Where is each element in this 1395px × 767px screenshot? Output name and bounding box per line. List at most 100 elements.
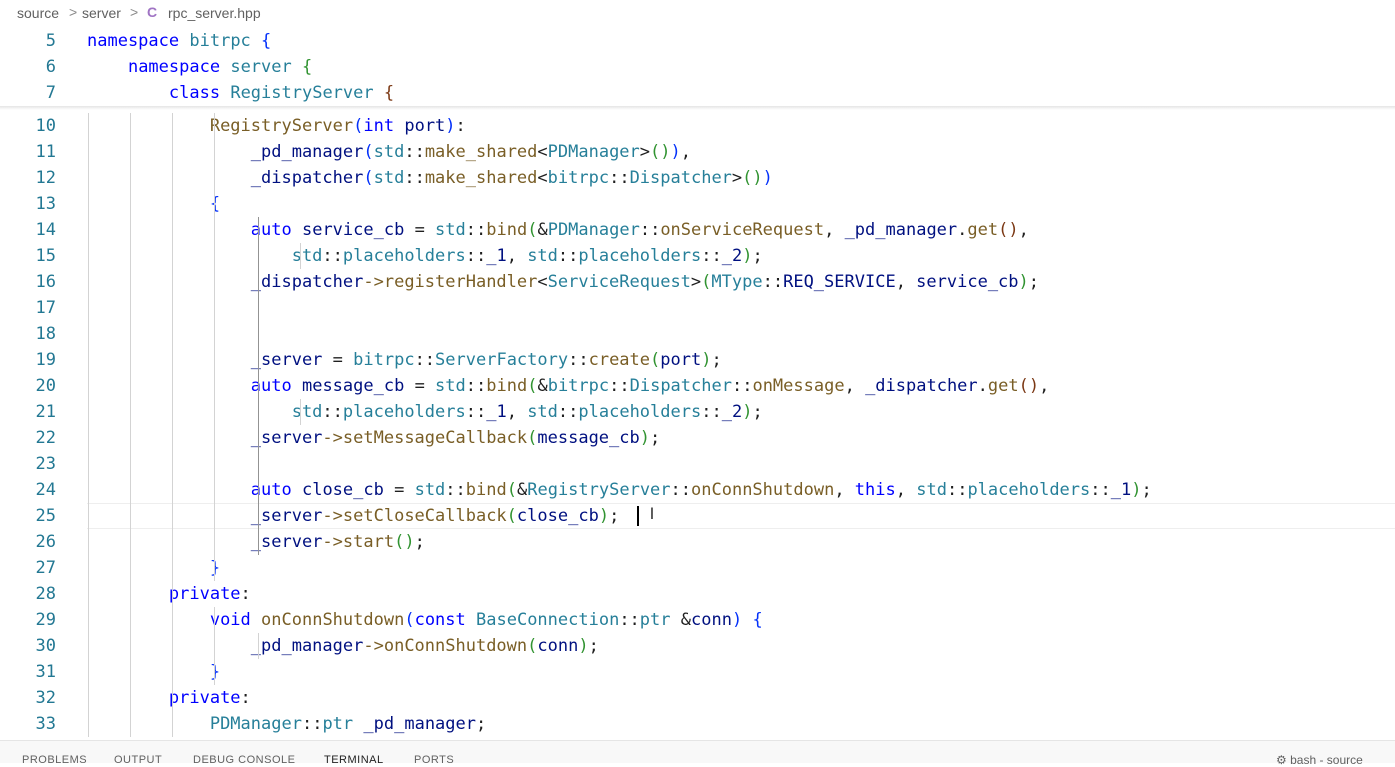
code-line[interactable]: 15 std::placeholders::_1, std::placehold… — [0, 243, 1395, 269]
code-line[interactable]: 30 _pd_manager->onConnShutdown(conn); — [0, 633, 1395, 659]
line-number: 6 — [45, 57, 56, 77]
sticky-code-line[interactable]: 7 class RegistryServer { — [0, 80, 1395, 106]
code-line[interactable]: 29 void onConnShutdown(const BaseConnect… — [0, 607, 1395, 633]
bottom-panel: PROBLEMS OUTPUT DEBUG CONSOLE TERMINAL P… — [0, 740, 1395, 767]
sticky-code-line[interactable]: 6 namespace server { — [0, 54, 1395, 80]
line-number: 26 — [35, 532, 56, 552]
code-text: _server->start(); — [250, 532, 425, 552]
code-text: auto message_cb = std::bind(&bitrpc::Dis… — [250, 376, 1050, 396]
code-line[interactable]: 11 _pd_manager(std::make_shared<PDManage… — [0, 139, 1395, 165]
indent-guide — [258, 217, 259, 555]
breadcrumb-folder-server[interactable]: server — [82, 5, 121, 21]
line-number: 14 — [35, 220, 56, 240]
code-text: _pd_manager(std::make_shared<PDManager>(… — [250, 142, 692, 162]
text-cursor — [636, 506, 639, 526]
code-text: _dispatcher(std::make_shared<bitrpc::Dis… — [250, 168, 773, 188]
indent-guide — [172, 113, 173, 737]
code-line[interactable]: 25 _server->setCloseCallback(close_cb); — [0, 503, 1395, 529]
code-text: _pd_manager->onConnShutdown(conn); — [250, 636, 599, 656]
code-line[interactable]: 28 private: — [0, 581, 1395, 607]
code-line[interactable]: 17 — [0, 295, 1395, 321]
line-number: 18 — [35, 324, 56, 344]
indent-guide — [88, 113, 89, 737]
chevron-right-icon: > — [69, 4, 78, 20]
code-text: } — [87, 555, 220, 581]
code-line[interactable]: 14 auto service_cb = std::bind(&PDManage… — [0, 217, 1395, 243]
code-text: PDManager::ptr _pd_manager; — [209, 714, 487, 734]
line-number: 15 — [35, 246, 56, 266]
breadcrumb-file-name[interactable]: rpc_server.hpp — [168, 5, 261, 21]
code-line[interactable]: 31 } — [0, 659, 1395, 685]
code-text: { — [87, 191, 220, 217]
code-text: _dispatcher->registerHandler<ServiceRequ… — [250, 272, 1040, 292]
code-line[interactable]: 32 private: — [0, 685, 1395, 711]
code-line[interactable]: 22 _server->setMessageCallback(message_c… — [0, 425, 1395, 451]
indent-guide — [300, 243, 301, 269]
code-line[interactable]: 21 std::placeholders::_1, std::placehold… — [0, 399, 1395, 425]
code-line[interactable]: 13 { — [0, 191, 1395, 217]
code-text: RegistryServer(int port): — [209, 116, 466, 136]
code-line[interactable]: 16 _dispatcher->registerHandler<ServiceR… — [0, 269, 1395, 295]
line-number: 19 — [35, 350, 56, 370]
code-text: namespace bitrpc { — [87, 31, 272, 51]
code-text: private: — [168, 584, 251, 604]
line-number: 32 — [35, 688, 56, 708]
sticky-code-line[interactable]: 5 namespace bitrpc { — [0, 28, 1395, 54]
line-number: 28 — [35, 584, 56, 604]
code-line[interactable]: 27 } — [0, 555, 1395, 581]
chevron-right-icon: > — [130, 4, 139, 20]
line-number: 20 — [35, 376, 56, 396]
breadcrumb: source > server > C rpc_server.hpp — [0, 0, 1395, 27]
line-number: 33 — [35, 714, 56, 734]
code-text: namespace server { — [127, 57, 313, 77]
code-line[interactable]: 18 — [0, 321, 1395, 347]
code-line[interactable]: 26 _server->start(); — [0, 529, 1395, 555]
tab-debug-console[interactable]: DEBUG CONSOLE — [193, 754, 295, 766]
code-text: } — [87, 659, 220, 685]
code-text: private: — [168, 688, 251, 708]
code-text: class RegistryServer { — [168, 83, 395, 103]
code-line[interactable]: 12 _dispatcher(std::make_shared<bitrpc::… — [0, 165, 1395, 191]
line-number: 29 — [35, 610, 56, 630]
line-number: 25 — [35, 506, 56, 526]
code-line[interactable]: 24 auto close_cb = std::bind(&RegistrySe… — [0, 477, 1395, 503]
terminal-selector[interactable]: ⚙ bash - source — [1276, 753, 1363, 767]
sticky-scroll-header[interactable]: 5 namespace bitrpc {6 namespace server {7… — [0, 27, 1395, 106]
code-text: _server->setCloseCallback(close_cb); — [250, 506, 620, 526]
line-number: 24 — [35, 480, 56, 500]
terminal-icon: ⚙ — [1276, 753, 1287, 767]
code-line[interactable]: 10 RegistryServer(int port): — [0, 113, 1395, 139]
line-number: 7 — [45, 83, 56, 103]
tab-terminal[interactable]: TERMINAL — [324, 754, 384, 766]
line-number: 31 — [35, 662, 56, 682]
line-number: 10 — [35, 116, 56, 136]
line-number: 13 — [35, 194, 56, 214]
code-line[interactable]: 20 auto message_cb = std::bind(&bitrpc::… — [0, 373, 1395, 399]
tab-output[interactable]: OUTPUT — [114, 754, 162, 766]
cpp-file-icon: C — [147, 4, 158, 20]
code-text: void onConnShutdown(const BaseConnection… — [209, 610, 763, 630]
line-number: 5 — [45, 31, 56, 51]
breadcrumb-folder-source[interactable]: source — [17, 5, 59, 21]
code-line[interactable]: 23 — [0, 451, 1395, 477]
line-number: 16 — [35, 272, 56, 292]
line-number: 17 — [35, 298, 56, 318]
indent-guide — [300, 399, 301, 425]
line-number: 27 — [35, 558, 56, 578]
line-number: 22 — [35, 428, 56, 448]
code-line[interactable]: 19 _server = bitrpc::ServerFactory::crea… — [0, 347, 1395, 373]
code-line[interactable]: 33 PDManager::ptr _pd_manager; — [0, 711, 1395, 737]
code-text: std::placeholders::_1, std::placeholders… — [291, 246, 763, 266]
ibeam-pointer-icon: I — [649, 504, 655, 523]
tab-ports[interactable]: PORTS — [414, 754, 454, 766]
indent-guide — [214, 113, 215, 581]
line-number: 12 — [35, 168, 56, 188]
code-editor[interactable]: 10 RegistryServer(int port): 11 _pd_manag… — [0, 0, 1395, 740]
indent-guide — [258, 633, 259, 659]
indent-guide — [214, 607, 215, 685]
tab-problems[interactable]: PROBLEMS — [22, 754, 87, 766]
line-number: 23 — [35, 454, 56, 474]
terminal-name: bash - source — [1290, 753, 1363, 767]
code-text: auto close_cb = std::bind(&RegistryServe… — [250, 480, 1152, 500]
code-text: std::placeholders::_1, std::placeholders… — [291, 402, 763, 422]
